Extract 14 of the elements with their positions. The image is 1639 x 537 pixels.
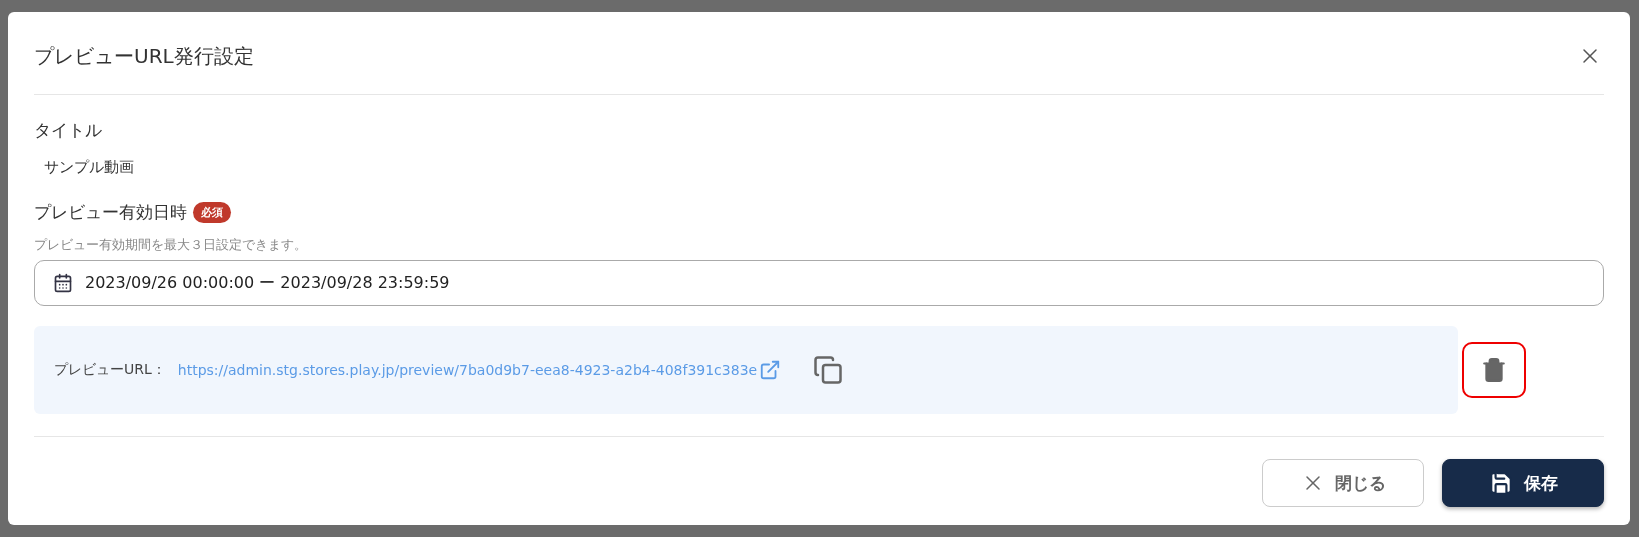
calendar-icon — [53, 273, 73, 293]
trash-icon[interactable] — [1481, 357, 1507, 383]
close-dialog-button[interactable]: 閉じる — [1262, 459, 1424, 507]
external-link-icon[interactable] — [759, 359, 782, 381]
url-label: プレビューURL： — [54, 361, 166, 379]
field-value: サンプル動画 — [44, 158, 135, 177]
delete-button[interactable] — [1462, 342, 1526, 398]
field-label: プレビュー有効日時 — [34, 201, 187, 224]
field-label: タイトル — [34, 119, 103, 142]
dialog-title: プレビューURL発行設定 — [34, 42, 254, 70]
field-hint: プレビュー有効期間を最大３日設定できます。 — [34, 236, 308, 254]
date-range-field[interactable]: 2023/09/26 00:00:00 ー 2023/09/28 23:59:59 — [34, 260, 1604, 306]
save-button[interactable]: 保存 — [1442, 459, 1604, 507]
required-badge: 必須 — [193, 202, 231, 223]
